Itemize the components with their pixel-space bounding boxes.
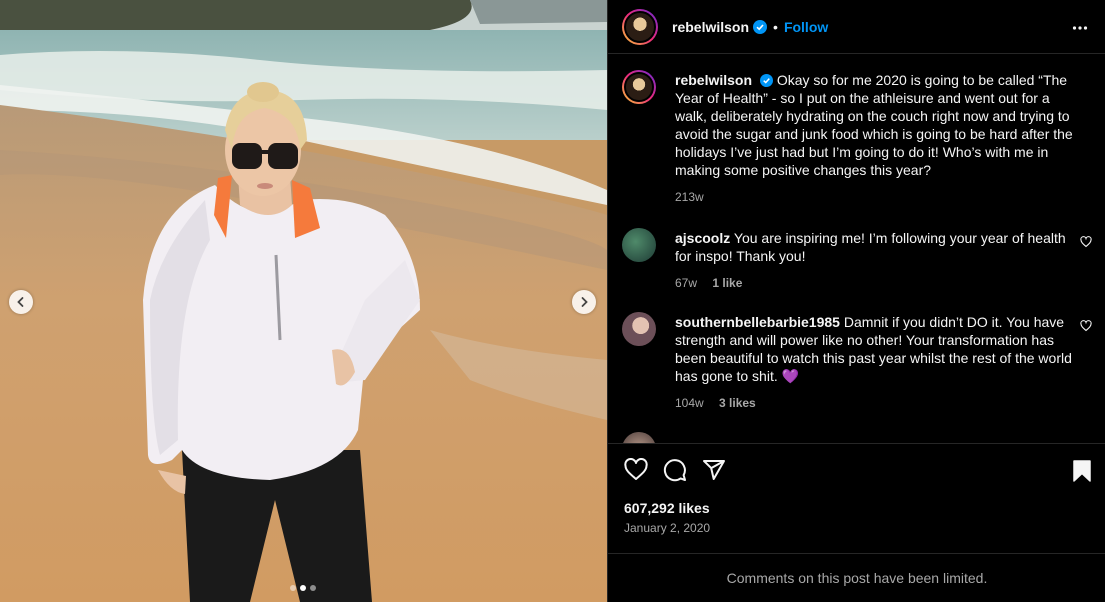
chevron-right-icon	[581, 297, 588, 307]
comment-meta: 104w 3 likes	[675, 394, 1075, 412]
caption-username[interactable]: rebelwilson	[675, 72, 752, 88]
post-side-panel: rebelwilson • Follow rebelwilson Okay so…	[607, 0, 1105, 602]
caption-meta: 213w	[675, 188, 1075, 206]
comment-like-icon[interactable]	[1080, 320, 1092, 332]
comment-username[interactable]: southernbellebarbie1985	[675, 314, 840, 330]
follow-button[interactable]: Follow	[784, 19, 828, 35]
post-date: January 2, 2020	[624, 521, 711, 535]
like-button[interactable]	[624, 457, 648, 487]
bookmark-icon	[1073, 460, 1091, 482]
verified-badge-icon	[759, 74, 773, 87]
comments-list[interactable]: rebelwilson Okay so for me 2020 is going…	[608, 55, 1105, 443]
post-header: rebelwilson • Follow	[608, 0, 1105, 54]
comment-age[interactable]: 104w	[675, 396, 704, 410]
comment-button[interactable]	[663, 458, 687, 487]
carousel-prev-button[interactable]	[9, 290, 33, 314]
commenter-avatar[interactable]	[622, 432, 656, 443]
carousel-dot	[290, 585, 296, 591]
comment-text: You are inspiring me! I’m following your…	[675, 230, 1066, 264]
chevron-left-icon	[17, 297, 24, 307]
post-photo	[0, 0, 607, 602]
share-icon	[703, 460, 725, 480]
share-button[interactable]	[702, 458, 726, 487]
separator-dot: •	[773, 18, 778, 35]
comment-meta: 67w 1 like	[675, 274, 1075, 292]
comment-likes[interactable]: 1 like	[712, 276, 742, 290]
commenter-avatar[interactable]	[622, 228, 656, 262]
carousel-indicator	[290, 585, 316, 591]
carousel-dot-active	[300, 585, 306, 591]
action-icons	[624, 457, 726, 487]
author-avatar[interactable]	[622, 8, 658, 45]
comment-username[interactable]: ajscoolz	[675, 230, 730, 246]
comment-body: ajscoolz You are inspiring me! I’m follo…	[675, 229, 1075, 292]
verified-badge-icon	[753, 19, 768, 34]
comment-body: southernbellebarbie1985 Damnit if you di…	[675, 313, 1075, 412]
purple-heart-emoji: 💜	[781, 368, 800, 384]
commenter-avatar[interactable]	[622, 312, 656, 346]
caption-avatar[interactable]	[622, 70, 656, 104]
likes-count[interactable]: 607,292 likes	[624, 500, 710, 516]
comment-like-icon[interactable]	[1080, 236, 1092, 248]
comment-likes[interactable]: 3 likes	[719, 396, 756, 410]
author-username[interactable]: rebelwilson	[672, 19, 749, 35]
carousel-dot	[310, 585, 316, 591]
post-actions: 607,292 likes January 2, 2020	[608, 443, 1105, 553]
comment-icon	[663, 459, 686, 482]
caption-age[interactable]: 213w	[675, 190, 704, 204]
comments-limited-notice: Comments on this post have been limited.	[608, 553, 1105, 602]
post-media[interactable]	[0, 0, 607, 602]
heart-icon	[624, 457, 648, 480]
caption-body: rebelwilson Okay so for me 2020 is going…	[675, 71, 1075, 206]
comment-age[interactable]: 67w	[675, 276, 697, 290]
carousel-next-button[interactable]	[572, 290, 596, 314]
more-icon[interactable]	[1072, 20, 1088, 36]
save-button[interactable]	[1072, 460, 1092, 487]
